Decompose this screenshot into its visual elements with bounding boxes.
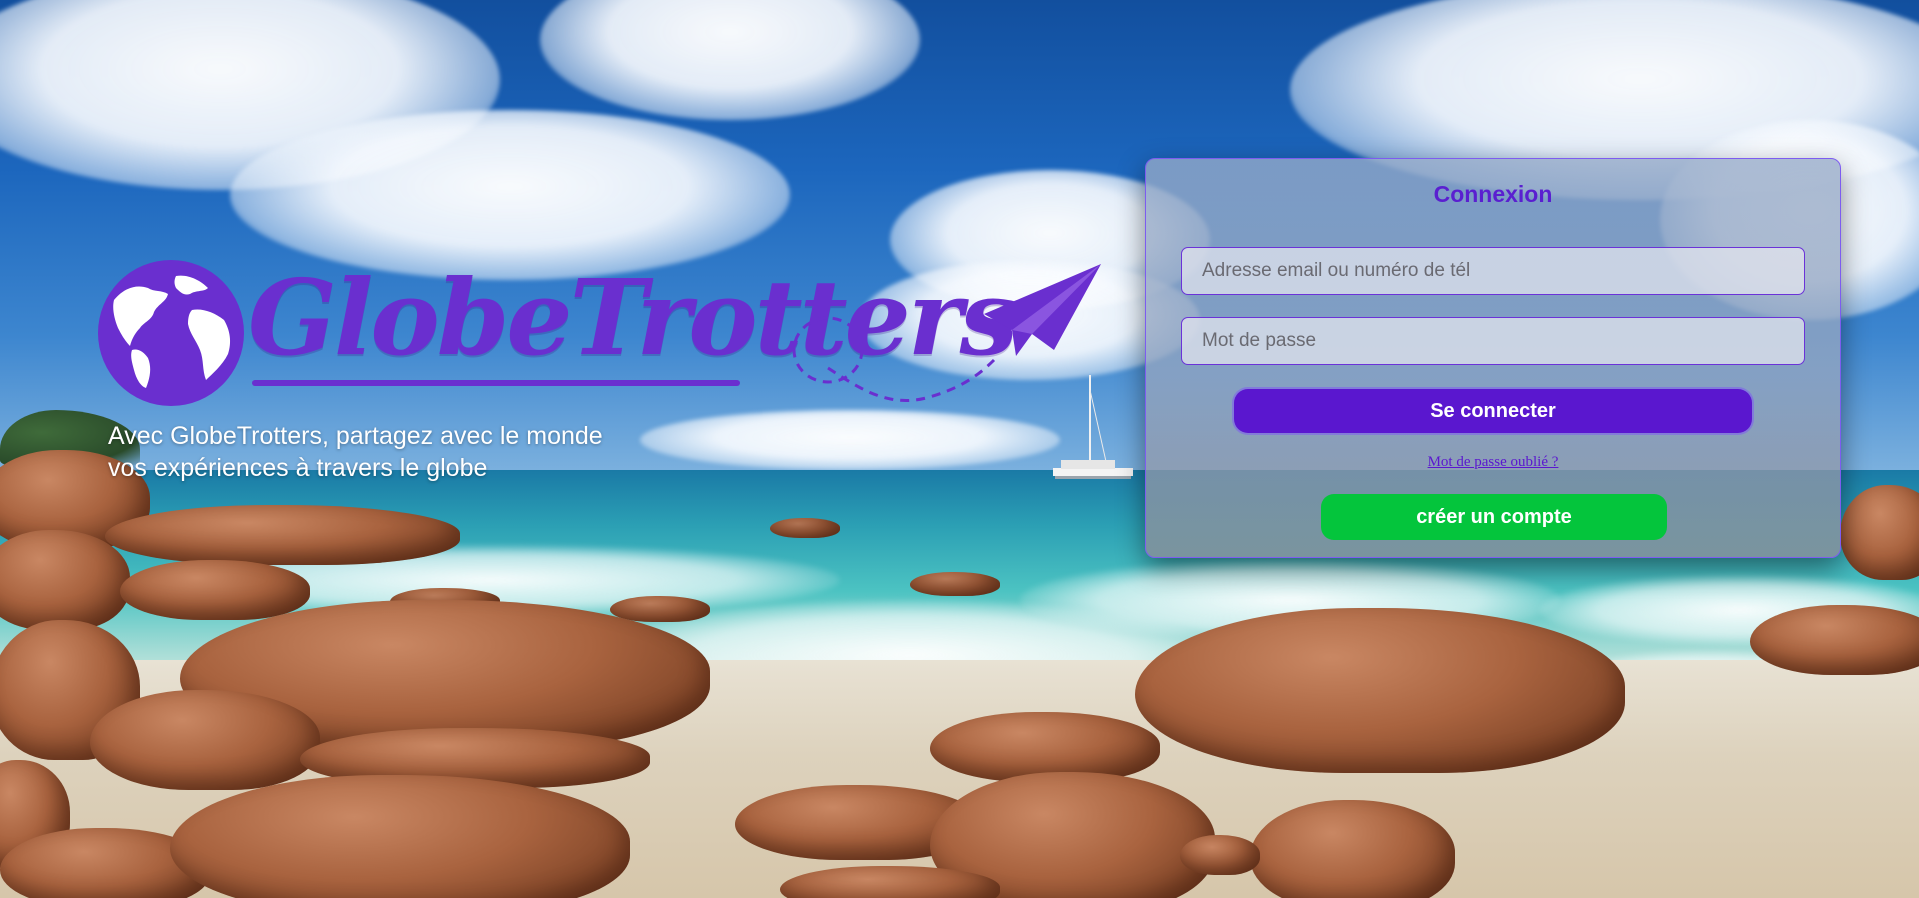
rock (1840, 485, 1919, 580)
cloud (230, 110, 790, 280)
forgot-password-link[interactable]: Mot de passe oublié ? (1146, 454, 1840, 471)
login-page: GlobeTrotters Avec GlobeTrotters, partag… (0, 0, 1919, 898)
brand-underline (252, 380, 740, 386)
rock (1135, 608, 1625, 773)
rock (770, 518, 840, 538)
rock (1750, 605, 1919, 675)
tagline-line-1: Avec GlobeTrotters, partagez avec le mon… (108, 422, 603, 450)
rock (170, 775, 630, 898)
create-account-button[interactable]: créer un compte (1321, 494, 1667, 540)
login-title: Connexion (1433, 181, 1553, 207)
tagline-line-2: vos expériences à travers le globe (108, 454, 488, 482)
rock (120, 560, 310, 620)
paper-plane-icon (792, 264, 1101, 402)
rock (105, 505, 460, 565)
rock (0, 530, 130, 630)
rock (910, 572, 1000, 596)
password-field[interactable] (1181, 317, 1805, 365)
login-button[interactable]: Se connecter (1234, 389, 1752, 433)
brand-logo: GlobeTrotters (96, 258, 1101, 418)
globe-icon (98, 260, 244, 406)
email-field[interactable] (1181, 247, 1805, 295)
login-panel: Connexion Se connecter Mot de passe oubl… (1145, 158, 1841, 558)
tagline: Avec GlobeTrotters, partagez avec le mon… (108, 420, 728, 484)
rock (90, 690, 320, 790)
rock (1250, 800, 1455, 898)
rock (1180, 835, 1260, 875)
